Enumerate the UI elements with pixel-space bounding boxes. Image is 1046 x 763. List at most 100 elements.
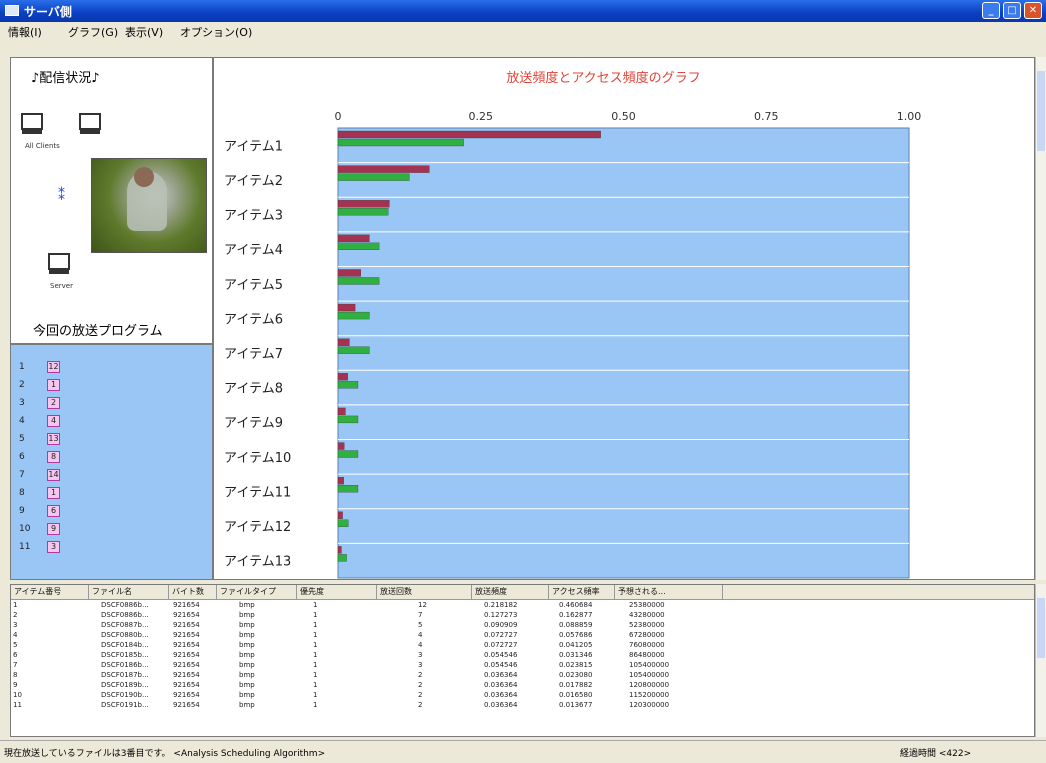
program-row: 44: [11, 413, 212, 429]
category-label: アイテム13: [224, 555, 291, 570]
table-row[interactable]: 11 DSCF0191b... 921654 bmp 1 2 0.036364 0.01367…: [11, 700, 1034, 710]
table-cell: 3: [418, 651, 423, 659]
program-item-box[interactable]: 1: [47, 487, 60, 499]
category-label: アイテム3: [224, 209, 283, 224]
access-frequency-bar: [337, 346, 370, 354]
table-cell: 0.013677: [559, 701, 593, 709]
maximize-button[interactable]: □: [1003, 2, 1021, 19]
table-row[interactable]: 6 DSCF0185b... 921654 bmp 1 3 0.054546 0.031346…: [11, 650, 1034, 660]
table-cell: 921654: [173, 641, 200, 649]
table-cell: bmp: [239, 621, 255, 629]
table-row[interactable]: 3 DSCF0887b... 921654 bmp 1 5 0.090909 0.088859…: [11, 620, 1034, 630]
program-item-box[interactable]: 1: [47, 379, 60, 391]
program-index: 11: [19, 542, 31, 552]
access-frequency-bar: [337, 554, 347, 562]
col-broadcast-count[interactable]: 放送回数: [377, 585, 472, 599]
program-index: 2: [19, 380, 25, 390]
menu-options[interactable]: オプション(O): [180, 24, 252, 40]
program-list: 1 12 21 32 44 5 13 68 7 14 81 96 10 9 11 3: [10, 344, 213, 580]
program-row: 10 9: [11, 521, 212, 537]
table-cell: 0.023815: [559, 661, 593, 669]
table-cell: bmp: [239, 631, 255, 639]
table-cell: 86480000: [629, 651, 665, 659]
table-cell: bmp: [239, 691, 255, 699]
table-row[interactable]: 10 DSCF0190b... 921654 bmp 1 2 0.036364 0.01658…: [11, 690, 1034, 700]
close-button[interactable]: ✕: [1024, 2, 1042, 19]
access-frequency-bar: [337, 415, 359, 424]
table-scrollbar[interactable]: [1035, 584, 1046, 737]
table-cell: 67280000: [629, 631, 665, 639]
col-byte-count[interactable]: バイト数: [169, 585, 217, 599]
program-item-box[interactable]: 3: [47, 541, 60, 553]
program-item-box[interactable]: 8: [47, 451, 60, 463]
table-cell: 0.036364: [484, 671, 518, 679]
table-cell: 0.088859: [559, 621, 593, 629]
table-cell: 25380000: [629, 601, 665, 609]
table-row[interactable]: 2 DSCF0886b... 921654 bmp 1 7 0.127273 0.162877…: [11, 610, 1034, 620]
server-label: Server: [50, 282, 73, 290]
menu-view[interactable]: 表示(V): [125, 24, 163, 40]
table-cell: bmp: [239, 651, 255, 659]
table-cell: 5: [13, 641, 18, 649]
table-row[interactable]: 8 DSCF0187b... 921654 bmp 1 2 0.036364 0.023080…: [11, 670, 1034, 680]
col-broadcast-frequency[interactable]: 放送頻度: [472, 585, 549, 599]
all-clients-label: All Clients: [25, 142, 60, 150]
x-tick-label: 0.50: [611, 110, 636, 123]
table-cell: 0.031346: [559, 651, 593, 659]
table-cell: 0.218182: [484, 601, 518, 609]
menu-info[interactable]: 情報(I): [8, 24, 42, 40]
minimize-button[interactable]: _: [982, 2, 1000, 19]
category-label: アイテム7: [224, 347, 283, 362]
table-cell: 0.036364: [484, 701, 518, 709]
table-cell: 1: [313, 671, 318, 679]
program-item-box[interactable]: 2: [47, 397, 60, 409]
table-cell: 0.072727: [484, 641, 518, 649]
program-item-box[interactable]: 6: [47, 505, 60, 517]
menu-bar: 情報(I) グラフ(G) 表示(V) オプション(O): [0, 22, 1046, 40]
col-priority[interactable]: 優先度: [297, 585, 377, 599]
table-row[interactable]: 7 DSCF0186b... 921654 bmp 1 3 0.054546 0.023815…: [11, 660, 1034, 670]
col-file-name[interactable]: ファイル名: [89, 585, 169, 599]
app-icon: [5, 5, 19, 16]
scrollbar-thumb[interactable]: [1037, 71, 1045, 151]
table-cell: 12: [418, 601, 427, 609]
broadcast-frequency-bar: [337, 130, 601, 139]
program-row: 81: [11, 485, 212, 501]
chart-scrollbar[interactable]: [1035, 57, 1046, 580]
table-cell: 0.072727: [484, 631, 518, 639]
menu-graph[interactable]: グラフ(G): [68, 24, 118, 40]
table-header: アイテム番号 ファイル名 バイト数 ファイルタイプ 優先度 放送回数 放送頻度 …: [11, 585, 1034, 600]
table-row[interactable]: 1 DSCF0886b... 921654 bmp 1 12 0.218182 0.46068…: [11, 600, 1034, 610]
col-access-rate[interactable]: アクセス頻率: [549, 585, 615, 599]
table-cell: 1: [313, 621, 318, 629]
table-cell: 921654: [173, 661, 200, 669]
program-item-box[interactable]: 13: [47, 433, 60, 445]
category-label: アイテム9: [224, 416, 283, 431]
table-cell: 3: [13, 621, 18, 629]
table-cell: bmp: [239, 611, 255, 619]
program-item-box[interactable]: 9: [47, 523, 60, 535]
chart-title: 放送頻度とアクセス頻度のグラフ: [506, 70, 700, 86]
distribution-status-panel: ♪配信状況♪ All Clients ⁑ Server 今回の放送プログラム: [10, 57, 213, 344]
elapsed-time: 経過時間 <422>: [900, 749, 972, 759]
broadcast-frequency-bar: [337, 442, 345, 450]
program-row: 21: [11, 377, 212, 393]
table-row[interactable]: 5 DSCF0184b... 921654 bmp 1 4 0.072727 0.041205…: [11, 640, 1034, 650]
col-item-number[interactable]: アイテム番号: [11, 585, 89, 599]
x-tick-label: 0: [335, 110, 342, 123]
table-cell: bmp: [239, 671, 255, 679]
table-cell: 7: [418, 611, 423, 619]
broadcast-frequency-bar: [337, 407, 346, 416]
table-cell: DSCF0187b...: [101, 671, 149, 679]
col-expected[interactable]: 予想される...: [615, 585, 723, 599]
program-item-box[interactable]: 4: [47, 415, 60, 427]
program-item-box[interactable]: 14: [47, 469, 60, 481]
col-file-type[interactable]: ファイルタイプ: [217, 585, 297, 599]
scrollbar-thumb[interactable]: [1037, 598, 1045, 658]
table-cell: 105400000: [629, 671, 670, 679]
table-row[interactable]: 4 DSCF0880b... 921654 bmp 1 4 0.072727 0.057686…: [11, 630, 1034, 640]
access-frequency-bar: [337, 485, 359, 493]
x-tick-label: 1.00: [897, 110, 922, 123]
table-row[interactable]: 9 DSCF0189b... 921654 bmp 1 2 0.036364 0.017882…: [11, 680, 1034, 690]
program-item-box[interactable]: 12: [47, 361, 60, 373]
